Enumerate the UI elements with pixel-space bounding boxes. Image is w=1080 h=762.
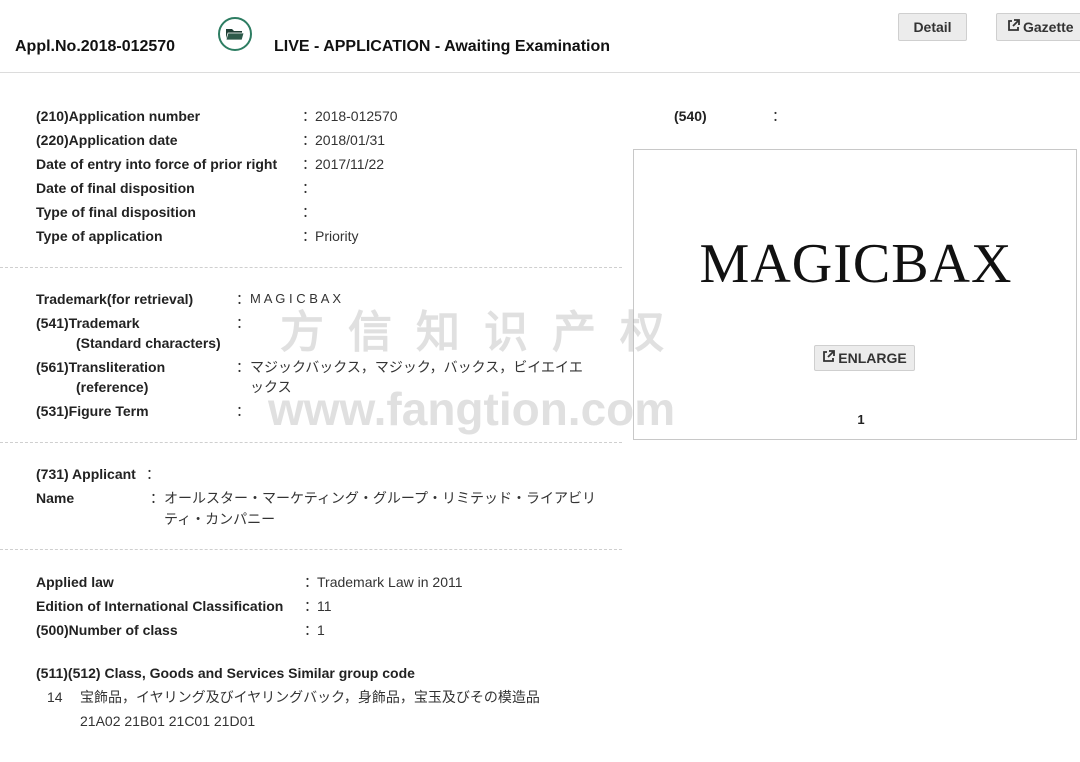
field-label: (210)Application number (36, 108, 201, 124)
field-label: (731) Applicant (36, 466, 136, 482)
open-folder-icon[interactable] (218, 17, 252, 51)
field-value: Priority (315, 228, 359, 244)
application-number-title: Appl.No.2018-012570 (15, 38, 176, 55)
field-value: 2017/11/22 (315, 156, 385, 172)
field-label: (500)Number of class (36, 622, 178, 638)
field-label: (Standard characters) (76, 335, 221, 351)
goods-header: (511)(512) Class, Goods and Services Sim… (36, 665, 415, 681)
field-label: Applied law (36, 574, 114, 590)
class-number: 14 (47, 689, 63, 705)
colon: ： (146, 466, 160, 482)
field-label: Edition of International Classification (36, 598, 284, 614)
field-label: (540) (674, 108, 707, 124)
field-label: Name (36, 490, 75, 506)
gazette-label: Gazette (1023, 19, 1074, 35)
colon: ： (304, 598, 318, 614)
header-bar: Appl.No.2018-012570 LIVE - APPLICATION -… (0, 0, 1080, 73)
field-label: (541)Trademark (36, 315, 140, 331)
external-link-icon (822, 350, 836, 366)
colon: ： (302, 228, 316, 244)
colon: ： (304, 622, 318, 638)
detail-label: Detail (913, 19, 952, 35)
field-value: Trademark Law in 2011 (317, 574, 463, 590)
colon: ： (304, 574, 318, 590)
field-value: ックス (250, 379, 292, 395)
colon: ： (302, 156, 316, 172)
field-label: (220)Application date (36, 132, 178, 148)
goods-list: 宝飾品，イヤリング及びイヤリングバック，身飾品，宝玉及びその模造品 (80, 689, 540, 705)
colon: ： (302, 108, 316, 124)
field-label: Date of final disposition (36, 180, 195, 196)
field-label: (531)Figure Term (36, 403, 149, 419)
trademark-image-panel: MAGICBAX ENLARGE 1 (633, 149, 1077, 440)
colon: ： (236, 359, 250, 375)
external-link-icon (1007, 19, 1020, 35)
field-value: 11 (317, 598, 332, 614)
similar-group-codes: 21A02 21B01 21C01 21D01 (80, 713, 256, 729)
gazette-button[interactable]: Gazette (996, 13, 1080, 41)
colon: ： (772, 108, 786, 124)
colon: ： (236, 315, 250, 331)
section-divider (0, 442, 622, 443)
watermark-chinese: 方信知识产权 (280, 307, 688, 358)
image-page-number: 1 (857, 412, 865, 427)
field-label: Trademark(for retrieval) (36, 291, 194, 307)
colon: ： (302, 180, 316, 196)
status-text: LIVE - APPLICATION - Awaiting Examinatio… (274, 38, 611, 55)
field-value: マジックバックス，マジック，バックス，ビイエイエ (250, 359, 583, 375)
field-label: (reference) (76, 379, 149, 395)
field-label: (561)Transliteration (36, 359, 166, 375)
field-value: ティ・カンパニー (164, 511, 276, 527)
section-divider (0, 549, 622, 550)
colon: ： (236, 291, 250, 307)
watermark-url: www.fangtion.com (268, 383, 676, 435)
field-value: 1 (317, 622, 325, 638)
enlarge-button[interactable]: ENLARGE (814, 345, 915, 371)
colon: ： (302, 132, 316, 148)
field-value: 2018/01/31 (315, 132, 386, 148)
field-label: Type of application (36, 228, 163, 244)
field-label: Date of entry into force of prior right (36, 156, 278, 172)
colon: ： (302, 204, 316, 220)
enlarge-label: ENLARGE (838, 350, 907, 366)
trademark-image: MAGICBAX (699, 233, 1013, 295)
colon: ： (150, 490, 164, 506)
field-value: 2018-012570 (315, 108, 398, 124)
section-divider (0, 267, 622, 268)
colon: ： (236, 403, 250, 419)
field-label: Type of final disposition (36, 204, 196, 220)
field-value: オールスター・マーケティング・グループ・リミテッド・ライアビリ (164, 490, 597, 506)
detail-button[interactable]: Detail (898, 13, 967, 41)
field-value: M A G I C B A X (250, 291, 342, 306)
